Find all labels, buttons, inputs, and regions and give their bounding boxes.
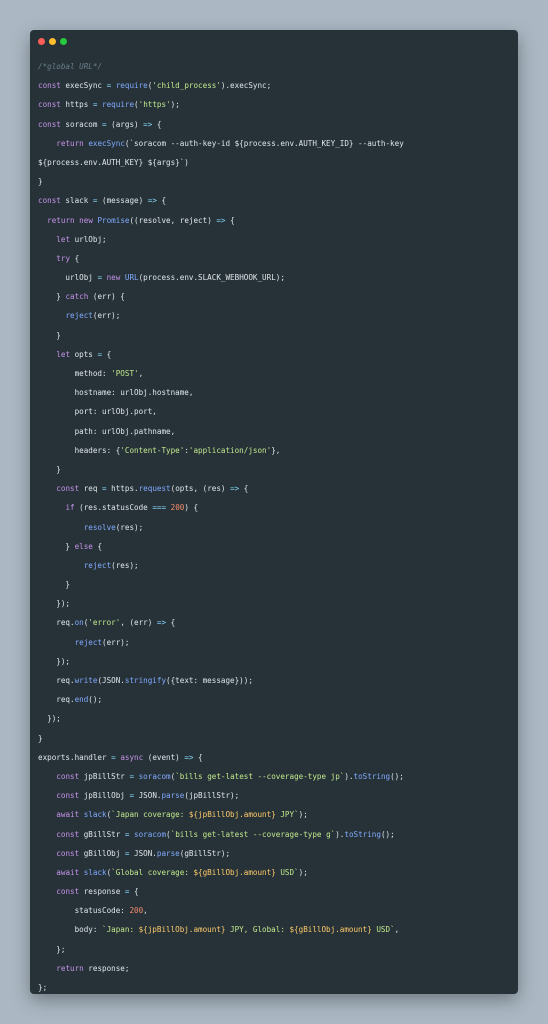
code-line: }; bbox=[38, 983, 48, 993]
code-line: const soracom = (args) => { bbox=[38, 119, 162, 129]
code-line: const execSync = require('child_process'… bbox=[38, 81, 272, 91]
code-block: /*global URL*/ const execSync = require('… bbox=[38, 57, 512, 994]
code-line: } bbox=[38, 733, 43, 743]
code-line: return execSync(`soracom --auth-key-id $… bbox=[38, 138, 404, 167]
code-line: method: 'POST', bbox=[38, 369, 144, 379]
code-line: }; bbox=[38, 944, 66, 954]
code-line: let opts = { bbox=[56, 349, 112, 359]
code-line: urlObj = new URL(process.env.SLACK_WEBHO… bbox=[38, 273, 285, 283]
code-line: } bbox=[38, 330, 61, 340]
code-line: } bbox=[38, 580, 71, 590]
code-line: headers: {'Content-Type':'application/js… bbox=[38, 445, 281, 455]
code-line: req.end(); bbox=[38, 695, 103, 705]
code-line: path: urlObj.pathname, bbox=[38, 426, 176, 436]
code-line: /*global URL*/ bbox=[38, 62, 103, 71]
maximize-dot-icon[interactable] bbox=[60, 38, 67, 45]
code-line: const jpBillObj = JSON.parse(jpBillStr); bbox=[56, 791, 240, 801]
code-line: const https = require('https'); bbox=[38, 100, 180, 110]
code-line: req.on('error', (err) => { bbox=[38, 618, 176, 628]
code-line: try { bbox=[56, 253, 80, 263]
code-line: const gBillObj = JSON.parse(gBillStr); bbox=[56, 848, 231, 858]
code-line: const req = https.request(opts, (res) =>… bbox=[56, 484, 249, 494]
code-line: const slack = (message) => { bbox=[38, 196, 167, 206]
code-line: await slack(`Global coverage: ${gBillObj… bbox=[56, 867, 308, 877]
code-line: const response = { bbox=[56, 887, 139, 897]
code-line: port: urlObj.port, bbox=[38, 407, 157, 417]
window-controls bbox=[38, 38, 71, 46]
code-line: resolve(res); bbox=[83, 522, 144, 532]
code-line: return response; bbox=[56, 963, 130, 973]
code-line: } bbox=[38, 177, 43, 187]
code-line: body: `Japan: ${jpBillObj.amount} JPY, G… bbox=[38, 925, 400, 935]
code-line: let urlObj; bbox=[56, 234, 107, 244]
code-line: }); bbox=[38, 714, 61, 724]
code-line: }); bbox=[38, 656, 71, 666]
code-line: } else { bbox=[38, 541, 103, 551]
code-line: } catch (err) { bbox=[38, 292, 125, 302]
code-line: const jpBillStr = soracom(`bills get-lat… bbox=[56, 771, 404, 781]
code-line: }); bbox=[38, 599, 71, 609]
close-dot-icon[interactable] bbox=[38, 38, 45, 45]
code-line: if (res.statusCode === 200) { bbox=[65, 503, 199, 513]
code-line: } bbox=[38, 464, 61, 474]
code-window: /*global URL*/ const execSync = require('… bbox=[30, 30, 518, 994]
code-line: req.write(JSON.stringify({text: message}… bbox=[38, 676, 253, 686]
code-line: reject(err); bbox=[65, 311, 121, 321]
code-line: statusCode: 200, bbox=[38, 906, 148, 916]
code-line: return new Promise((resolve, reject) => … bbox=[47, 215, 235, 225]
minimize-dot-icon[interactable] bbox=[49, 38, 56, 45]
code-line: hostname: urlObj.hostname, bbox=[38, 388, 194, 398]
code-line: exports.handler = async (event) => { bbox=[38, 752, 203, 762]
code-line: reject(res); bbox=[83, 560, 139, 570]
code-line: reject(err); bbox=[74, 637, 130, 647]
code-line: await slack(`Japan coverage: ${jpBillObj… bbox=[56, 810, 308, 820]
code-line: const gBillStr = soracom(`bills get-late… bbox=[56, 829, 395, 839]
